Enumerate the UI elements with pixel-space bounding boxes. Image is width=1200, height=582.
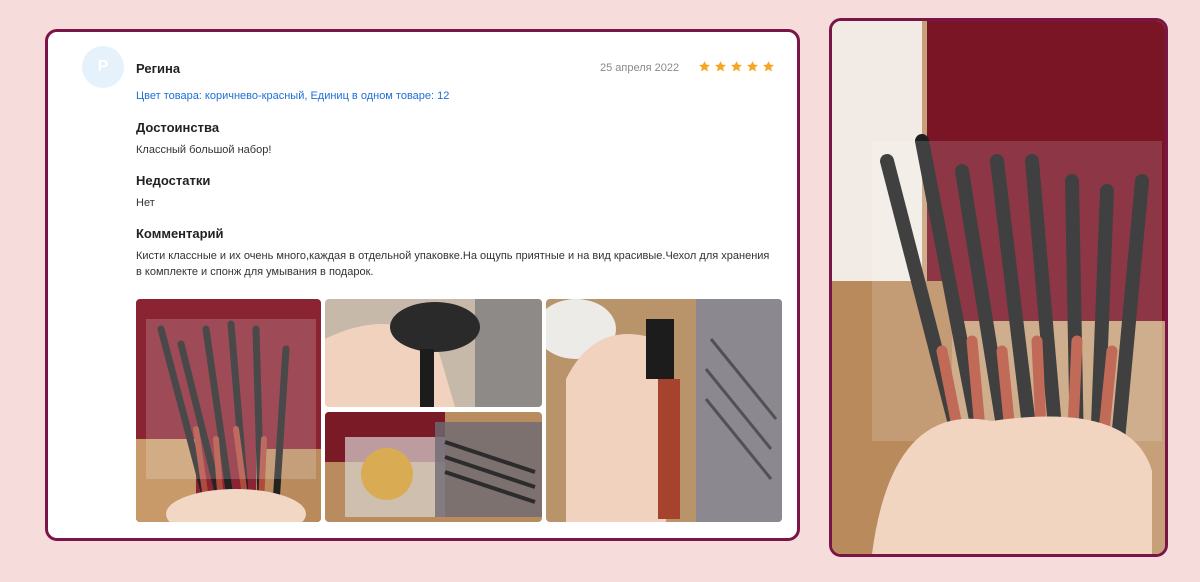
review-card: Р Регина 25 апреля 2022 Цвет товара: кор… — [45, 29, 800, 541]
comment-title: Комментарий — [136, 226, 224, 241]
review-photo[interactable] — [325, 299, 542, 407]
cons-text: Нет — [136, 197, 155, 209]
star-icon — [747, 61, 758, 72]
review-photo[interactable] — [325, 412, 542, 522]
review-date: 25 апреля 2022 — [600, 62, 680, 74]
cons-title: Недостатки — [136, 173, 211, 188]
review-photo[interactable] — [546, 299, 782, 522]
star-icon — [763, 61, 774, 72]
product-variant: Цвет товара: коричнево-красный, Единиц в… — [136, 90, 450, 102]
rating-stars — [698, 60, 775, 73]
star-icon — [699, 61, 710, 72]
comment-text: Кисти классные и их очень много,каждая в… — [136, 250, 770, 278]
star-icon — [715, 61, 726, 72]
review-author: Регина — [136, 61, 181, 76]
pros-text: Классный большой набор! — [136, 144, 272, 156]
avatar: Р — [82, 46, 124, 88]
star-icon — [731, 61, 742, 72]
product-photo-large[interactable] — [829, 18, 1168, 557]
pros-title: Достоинства — [136, 120, 220, 135]
review-photo[interactable] — [136, 299, 321, 522]
